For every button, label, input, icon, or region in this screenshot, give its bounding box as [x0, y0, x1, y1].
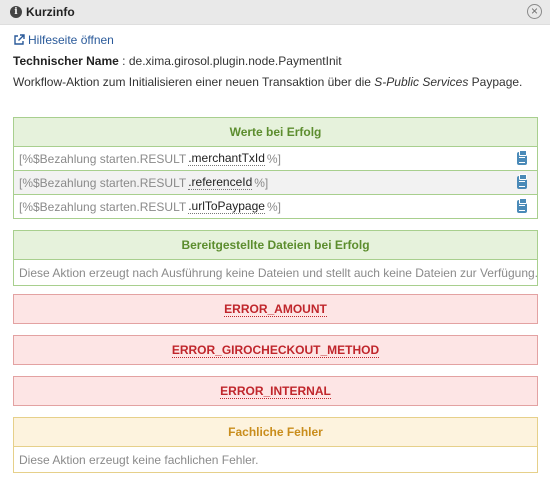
error-code: ERROR_GIROCHECKOUT_METHOD [171, 343, 380, 358]
technical-name: Technischer Name : de.xima.girosol.plugi… [13, 54, 342, 68]
error-code: ERROR_INTERNAL [220, 384, 331, 399]
clipboard-icon[interactable] [517, 198, 527, 213]
description-suffix: Paypage. [468, 75, 523, 89]
provided-files-panel: Bereitgestellte Dateien bei Erfolg Diese… [13, 230, 538, 286]
variable-name-text: urlToPaypage [191, 198, 265, 213]
window-title: Kurzinfo [26, 5, 75, 19]
help-page-link[interactable]: Hilfeseite öffnen [13, 33, 114, 47]
variable-suffix: %] [254, 175, 269, 190]
help-link-label: Hilfeseite öffnen [28, 33, 114, 47]
variable-prefix: [%$Bezahlung starten.RESULT [19, 175, 187, 190]
description-prefix: Workflow-Aktion zum Initialisieren einer… [13, 75, 375, 89]
variable-prefix: [%$Bezahlung starten.RESULT [19, 151, 187, 166]
error-panel-internal[interactable]: ERROR_INTERNAL [13, 376, 538, 406]
error-code: ERROR_AMOUNT [224, 302, 327, 317]
variable-row: [%$Bezahlung starten.RESULT .referenceId… [14, 170, 537, 194]
variable-prefix: [%$Bezahlung starten.RESULT [19, 199, 187, 214]
error-panel-girocheckout-method[interactable]: ERROR_GIROCHECKOUT_METHOD [13, 335, 538, 365]
close-icon[interactable]: × [527, 4, 542, 19]
variable-suffix: %] [266, 199, 281, 214]
business-errors-panel: Fachliche Fehler Diese Aktion erzeugt ke… [13, 417, 538, 473]
variable-name[interactable]: .urlToPaypage [188, 198, 265, 214]
variable-row: [%$Bezahlung starten.RESULT .urlToPaypag… [14, 194, 537, 218]
description-emphasis: S-Public Services [374, 75, 469, 89]
provided-files-title: Bereitgestellte Dateien bei Erfolg [14, 231, 537, 259]
technical-name-separator: : [118, 54, 129, 68]
external-link-icon [14, 34, 25, 45]
error-panel-amount[interactable]: ERROR_AMOUNT [13, 294, 538, 324]
variable-name[interactable]: .merchantTxId [188, 150, 265, 166]
info-icon: i [10, 6, 22, 18]
description: Workflow-Aktion zum Initialisieren einer… [13, 75, 533, 91]
variable-name-text: referenceId [191, 174, 253, 189]
business-errors-title: Fachliche Fehler [14, 418, 537, 446]
title-bar: i Kurzinfo × [0, 0, 550, 25]
variable-name-text: merchantTxId [191, 150, 265, 165]
business-errors-text: Diese Aktion erzeugt keine fachlichen Fe… [14, 446, 537, 472]
provided-files-text: Diese Aktion erzeugt nach Ausführung kei… [14, 259, 538, 285]
clipboard-icon[interactable] [517, 174, 527, 189]
variable-name[interactable]: .referenceId [188, 174, 253, 190]
technical-name-value: de.xima.girosol.plugin.node.PaymentInit [128, 54, 342, 68]
variable-row: [%$Bezahlung starten.RESULT .merchantTxI… [14, 146, 537, 170]
variable-suffix: %] [266, 151, 281, 166]
success-values-panel: Werte bei Erfolg [%$Bezahlung starten.RE… [13, 117, 538, 219]
clipboard-icon[interactable] [517, 150, 527, 165]
technical-name-label: Technischer Name [13, 54, 119, 68]
success-values-title: Werte bei Erfolg [14, 118, 537, 146]
